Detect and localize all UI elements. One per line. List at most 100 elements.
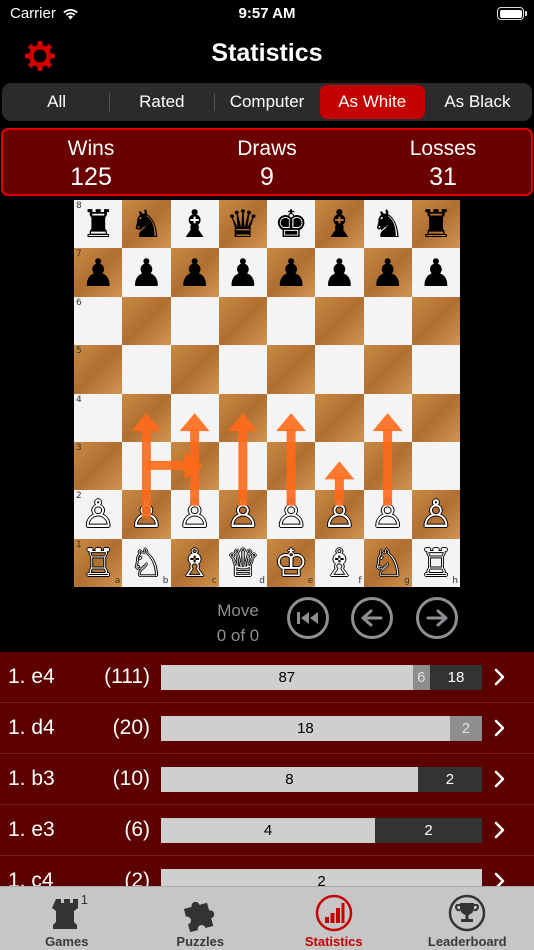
white-piece[interactable]: ♘ xyxy=(371,544,405,582)
square-h3[interactable] xyxy=(411,441,460,491)
square-f5[interactable] xyxy=(315,345,364,394)
square-e4[interactable] xyxy=(267,393,316,442)
square-b8[interactable]: ♞ xyxy=(122,200,171,249)
square-a6[interactable]: 6 xyxy=(74,296,123,346)
square-c2[interactable]: ♙ xyxy=(170,490,219,539)
black-piece[interactable]: ♟ xyxy=(129,254,163,292)
square-f1[interactable]: f ♗ xyxy=(315,538,364,587)
square-c8[interactable]: ♝ xyxy=(170,200,219,249)
square-c5[interactable] xyxy=(170,345,219,394)
square-g7[interactable]: ♟ xyxy=(363,248,412,297)
square-c3[interactable] xyxy=(170,441,219,491)
square-d1[interactable]: d ♕ xyxy=(218,538,267,587)
square-b1[interactable]: b ♘ xyxy=(122,538,171,587)
black-piece[interactable]: ♝ xyxy=(322,205,356,243)
black-piece[interactable]: ♟ xyxy=(419,254,453,292)
black-piece[interactable]: ♟ xyxy=(81,254,115,292)
square-b4[interactable] xyxy=(122,393,171,442)
opening-row[interactable]: 1. d4 (20) 18 2 xyxy=(0,703,534,754)
white-piece[interactable]: ♘ xyxy=(129,544,163,582)
square-f7[interactable]: ♟ xyxy=(315,248,364,297)
square-b5[interactable] xyxy=(122,345,171,394)
square-c4[interactable] xyxy=(170,393,219,442)
square-e1[interactable]: e ♔ xyxy=(267,538,316,587)
square-b6[interactable] xyxy=(122,296,171,346)
square-g1[interactable]: g ♘ xyxy=(363,538,412,587)
white-piece[interactable]: ♙ xyxy=(371,495,405,533)
black-piece[interactable]: ♟ xyxy=(371,254,405,292)
tab-puzzles[interactable]: Puzzles xyxy=(134,887,268,950)
square-f8[interactable]: ♝ xyxy=(315,200,364,249)
black-piece[interactable]: ♟ xyxy=(274,254,308,292)
square-e2[interactable]: ♙ xyxy=(267,490,316,539)
square-d3[interactable] xyxy=(218,441,267,491)
segment-all[interactable]: All xyxy=(4,85,109,119)
square-h7[interactable]: ♟ xyxy=(411,248,460,297)
square-g4[interactable] xyxy=(363,393,412,442)
black-piece[interactable]: ♟ xyxy=(178,254,212,292)
square-a5[interactable]: 5 xyxy=(74,345,123,394)
square-g5[interactable] xyxy=(363,345,412,394)
tab-games[interactable]: 1 Games xyxy=(0,887,134,950)
white-piece[interactable]: ♙ xyxy=(226,495,260,533)
next-move-button[interactable] xyxy=(416,597,458,639)
square-d2[interactable]: ♙ xyxy=(218,490,267,539)
white-piece[interactable]: ♗ xyxy=(178,544,212,582)
square-b3[interactable] xyxy=(122,441,171,491)
black-piece[interactable]: ♛ xyxy=(226,205,260,243)
square-f2[interactable]: ♙ xyxy=(315,490,364,539)
black-piece[interactable]: ♟ xyxy=(322,254,356,292)
square-h5[interactable] xyxy=(411,345,460,394)
square-e3[interactable] xyxy=(267,441,316,491)
black-piece[interactable]: ♞ xyxy=(129,205,163,243)
white-piece[interactable]: ♙ xyxy=(274,495,308,533)
tab-leaderboard[interactable]: Leaderboard xyxy=(401,887,534,950)
square-h1[interactable]: h ♖ xyxy=(411,538,460,587)
square-g2[interactable]: ♙ xyxy=(363,490,412,539)
square-f3[interactable] xyxy=(315,441,364,491)
segment-as-black[interactable]: As Black xyxy=(425,85,530,119)
square-a1[interactable]: 1 a ♖ xyxy=(74,538,123,587)
white-piece[interactable]: ♙ xyxy=(419,495,453,533)
chess-board[interactable]: 8 ♜ ♞ ♝ ♛ ♚ ♝ ♞ ♜ 7 ♟ ♟ ♟ ♟ ♟ ♟ ♟ ♟ 6 5 4 3 2 ♙ ♙ ♙ ♙ ♙ ♙ ♙ ♙ 1 a ♖ b ♘ c ♗ d ♕… xyxy=(74,200,460,587)
previous-move-button[interactable] xyxy=(351,597,393,639)
square-d5[interactable] xyxy=(218,345,267,394)
white-piece[interactable]: ♔ xyxy=(274,544,308,582)
square-f4[interactable] xyxy=(315,393,364,442)
white-piece[interactable]: ♙ xyxy=(178,495,212,533)
square-c1[interactable]: c ♗ xyxy=(170,538,219,587)
square-e8[interactable]: ♚ xyxy=(267,200,316,249)
square-a7[interactable]: 7 ♟ xyxy=(74,248,123,297)
black-piece[interactable]: ♚ xyxy=(274,205,308,243)
square-a8[interactable]: 8 ♜ xyxy=(74,200,123,249)
square-f6[interactable] xyxy=(315,296,364,346)
segment-as-white[interactable]: As White xyxy=(319,85,425,119)
white-piece[interactable]: ♙ xyxy=(129,495,163,533)
segment-rated[interactable]: Rated xyxy=(109,85,214,119)
square-e5[interactable] xyxy=(267,345,316,394)
opening-row[interactable]: 1. b3 (10) 8 2 xyxy=(0,754,534,805)
square-d7[interactable]: ♟ xyxy=(218,248,267,297)
square-h4[interactable] xyxy=(411,393,460,442)
white-piece[interactable]: ♙ xyxy=(322,495,356,533)
square-g3[interactable] xyxy=(363,441,412,491)
white-piece[interactable]: ♙ xyxy=(81,495,115,533)
white-piece[interactable]: ♖ xyxy=(419,544,453,582)
black-piece[interactable]: ♜ xyxy=(81,205,115,243)
tab-statistics[interactable]: Statistics xyxy=(267,887,401,950)
first-move-button[interactable] xyxy=(287,597,329,639)
square-d4[interactable] xyxy=(218,393,267,442)
black-piece[interactable]: ♟ xyxy=(226,254,260,292)
opening-row[interactable]: 1. e3 (6) 4 2 xyxy=(0,805,534,856)
square-g6[interactable] xyxy=(363,296,412,346)
white-piece[interactable]: ♖ xyxy=(81,544,115,582)
white-piece[interactable]: ♕ xyxy=(226,544,260,582)
square-h2[interactable]: ♙ xyxy=(411,490,460,539)
square-h6[interactable] xyxy=(411,296,460,346)
square-e6[interactable] xyxy=(267,296,316,346)
black-piece[interactable]: ♞ xyxy=(371,205,405,243)
segment-computer[interactable]: Computer xyxy=(214,85,319,119)
white-piece[interactable]: ♗ xyxy=(322,544,356,582)
black-piece[interactable]: ♝ xyxy=(178,205,212,243)
black-piece[interactable]: ♜ xyxy=(419,205,453,243)
